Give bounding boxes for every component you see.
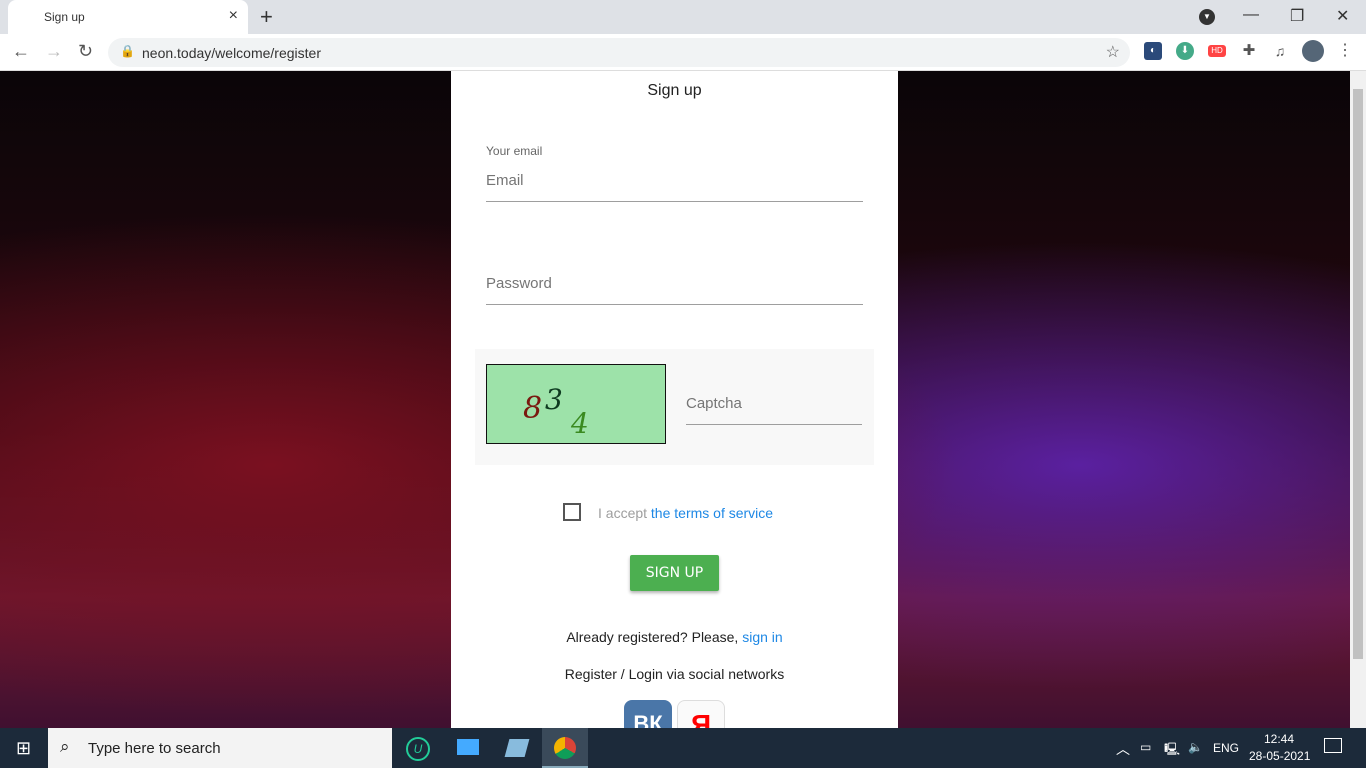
terms-checkbox[interactable]	[563, 503, 581, 521]
taskbar: ⊞ ⌕ Type here to search U ︿ ▭ 🖳 🔈 ENG 12…	[0, 728, 1366, 768]
clock-date[interactable]: 28-05-2021	[1249, 749, 1310, 763]
restore-icon[interactable]: ❐	[1290, 6, 1304, 26]
close-window-icon[interactable]: ✕	[1336, 6, 1349, 26]
reload-icon[interactable]: ↻	[78, 41, 93, 62]
bookmark-star-icon[interactable]: ☆	[1106, 42, 1120, 62]
tab-title: Sign up	[44, 10, 85, 24]
search-icon: ⌕	[60, 737, 70, 756]
control-panel-app-icon[interactable]	[457, 739, 479, 755]
windows-start-icon[interactable]: ⊞	[16, 738, 31, 759]
back-icon[interactable]: ←	[12, 41, 30, 62]
sign-in-link[interactable]: sign in	[742, 629, 782, 645]
tab-sign-up[interactable]: Sign up ×	[8, 0, 248, 34]
scrollbar[interactable]	[1350, 71, 1366, 728]
address-bar[interactable]: 🔒 neon.today/welcome/register ☆	[108, 38, 1130, 67]
extensions-puzzle-icon[interactable]: ✚	[1240, 42, 1258, 60]
already-registered-text: Already registered? Please, sign in	[451, 629, 898, 645]
sign-up-button[interactable]: SIGN UP	[630, 555, 719, 591]
vk-login-button[interactable]: ВК	[624, 700, 672, 728]
search-placeholder: Type here to search	[88, 740, 221, 757]
captcha-digit: 4	[571, 407, 589, 440]
password-field[interactable]	[486, 275, 863, 305]
volume-icon[interactable]: 🔈	[1188, 740, 1203, 754]
captcha-digit: 8	[523, 391, 543, 426]
language-indicator[interactable]: ENG	[1213, 741, 1239, 755]
chrome-icon	[554, 737, 576, 759]
tray-expand-icon[interactable]: ︿	[1116, 739, 1130, 759]
profile-avatar[interactable]	[1302, 40, 1324, 62]
notifications-icon[interactable]	[1324, 738, 1342, 753]
forward-icon[interactable]: →	[45, 41, 63, 62]
battery-icon[interactable]: ▭	[1140, 740, 1151, 754]
media-control-icon[interactable]: ♫	[1271, 42, 1289, 60]
notepad-app-icon[interactable]	[504, 739, 530, 757]
email-field[interactable]	[486, 172, 863, 202]
tab-strip: Sign up × + ▼ — ❐ ✕	[0, 0, 1366, 34]
url-text: neon.today/welcome/register	[142, 45, 321, 61]
captcha-field[interactable]	[686, 395, 862, 425]
social-text: Register / Login via social networks	[564, 666, 785, 682]
hd-extension-icon[interactable]: HD	[1208, 45, 1226, 57]
captcha-section: 8 3 4	[475, 349, 874, 465]
terms-text: I accept the terms of service	[598, 505, 773, 521]
lock-icon: 🔒	[120, 44, 135, 58]
minimize-icon[interactable]: —	[1243, 6, 1259, 24]
already-label: Already registered? Please,	[566, 629, 739, 645]
close-tab-icon[interactable]: ×	[229, 7, 238, 25]
captcha-digit: 3	[545, 383, 563, 416]
terms-link[interactable]: the terms of service	[651, 505, 773, 521]
yandex-login-button[interactable]: Я	[677, 700, 725, 728]
download-manager-icon[interactable]: ⬇	[1176, 42, 1194, 60]
clock-time[interactable]: 12:44	[1264, 732, 1294, 746]
browser-toolbar: ← → ↻ 🔒 neon.today/welcome/register ☆ ◐ …	[0, 34, 1366, 71]
menu-icon[interactable]: ⋮	[1336, 42, 1354, 60]
tab-search-icon[interactable]: ▼	[1199, 9, 1215, 25]
chrome-taskbar-button[interactable]	[542, 728, 588, 768]
extension-icon[interactable]: ◐	[1144, 42, 1162, 60]
upwork-app-icon[interactable]: U	[406, 737, 430, 761]
email-label: Your email	[486, 144, 543, 158]
taskbar-search[interactable]: ⌕ Type here to search	[48, 728, 392, 768]
captcha-image: 8 3 4	[486, 364, 666, 444]
accept-label: I accept	[598, 505, 648, 521]
new-tab-icon[interactable]: +	[260, 4, 273, 30]
network-icon[interactable]: 🖳	[1164, 740, 1180, 761]
scrollbar-thumb[interactable]	[1353, 89, 1363, 659]
signup-card: Sign up Your email 8 3 4 I accept the te…	[451, 71, 898, 728]
page-title: Sign up	[647, 82, 702, 99]
